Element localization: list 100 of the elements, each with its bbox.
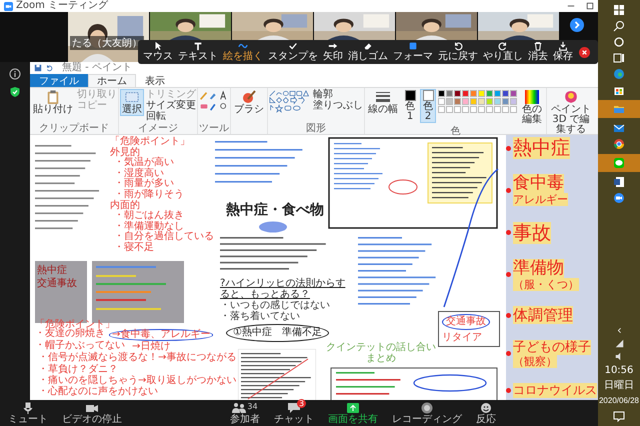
document-icon[interactable]: [613, 176, 625, 188]
brush-button[interactable]: ブラシ: [232, 89, 266, 116]
react-button[interactable]: 反応: [472, 400, 500, 426]
annotation-tool[interactable]: 消しゴム: [346, 40, 390, 64]
annotation-tool[interactable]: フォーマ: [391, 40, 435, 64]
shield-icon[interactable]: [9, 86, 21, 98]
color-swatch[interactable]: [454, 98, 461, 105]
heading-text: 外見的: [110, 148, 140, 158]
color-swatch[interactable]: [502, 90, 509, 97]
rotate-button[interactable]: 回転: [146, 111, 196, 122]
color-swatch[interactable]: [462, 90, 469, 97]
video-button[interactable]: ビデオの停止: [58, 400, 126, 426]
color-swatch[interactable]: [454, 90, 461, 97]
note-text: →食中毒、アレルギー: [109, 329, 214, 341]
tools-drawing[interactable]: [199, 89, 229, 113]
next-page-icon[interactable]: [570, 18, 584, 32]
edit-colors-button[interactable]: 色の編集: [519, 89, 545, 126]
shapes-gallery-drawing[interactable]: [269, 89, 311, 113]
color-swatch[interactable]: [478, 90, 485, 97]
color-swatch[interactable]: [446, 90, 453, 97]
task-view-icon[interactable]: [613, 52, 625, 64]
ribbon-tab[interactable]: 表示: [136, 74, 174, 87]
mic-button[interactable]: ミュート: [4, 400, 52, 426]
window-title: Zoom ミーティング: [16, 0, 108, 12]
browser-icon[interactable]: [613, 68, 625, 80]
list-item-text: ・帽子かぶってない: [35, 340, 125, 352]
annotation-tool[interactable]: 消去: [526, 40, 550, 64]
size-button[interactable]: 線の幅: [366, 89, 400, 116]
annotation-tool[interactable]: 絵を描く: [221, 40, 265, 64]
color-swatch[interactable]: [510, 90, 517, 97]
mail-icon[interactable]: [613, 122, 625, 134]
color-swatch[interactable]: [438, 90, 445, 97]
undo-icon[interactable]: [45, 64, 53, 72]
color-swatch[interactable]: [446, 98, 453, 105]
annotation-tool[interactable]: マウス: [141, 40, 175, 64]
ribbon-tab[interactable]: ホーム: [88, 74, 136, 87]
folder-icon[interactable]: [613, 103, 625, 115]
maximize-icon[interactable]: [586, 2, 594, 10]
participants-button[interactable]: 34 参加者: [226, 400, 264, 426]
annotation-tool[interactable]: テキスト: [176, 40, 220, 64]
heading-text: 内面的: [110, 200, 141, 211]
camera-icon[interactable]: [613, 192, 625, 204]
color-swatch[interactable]: [510, 98, 517, 105]
browser-icon[interactable]: [613, 138, 625, 150]
topic-text: コロナウイルス: [513, 382, 597, 398]
color-swatch[interactable]: [462, 98, 469, 105]
select-button[interactable]: 選択: [120, 89, 144, 116]
color-swatch[interactable]: [470, 98, 477, 105]
topic-text: 食中毒: [513, 174, 564, 194]
note-text: まとめ: [366, 354, 396, 364]
group-label: ツール: [199, 123, 229, 134]
color-swatch[interactable]: [438, 98, 445, 105]
outline-button[interactable]: 輪郭: [313, 89, 363, 100]
close-icon[interactable]: [579, 46, 590, 58]
chat-icon[interactable]: [613, 157, 625, 169]
record-button[interactable]: レコーディング: [388, 400, 466, 426]
list-item-text: ・気温が高い: [113, 158, 175, 168]
annotation-tool[interactable]: 矢印: [321, 40, 345, 64]
topic-text: （服・くつ）: [513, 278, 579, 291]
save-icon[interactable]: [34, 64, 42, 72]
download-icon: [558, 41, 568, 51]
ribbon-tab[interactable]: ファイル: [30, 74, 88, 87]
annotation-tool[interactable]: やり直し: [481, 40, 525, 64]
share-screen-icon: [346, 402, 360, 414]
color-swatch[interactable]: [494, 98, 501, 105]
color-swatch[interactable]: [470, 90, 477, 97]
annotation-tool[interactable]: 保存: [551, 40, 575, 64]
note-text: 交通事故: [37, 278, 78, 289]
list-item-text: ・友達の卵焼き: [35, 329, 105, 340]
clipboard-icon: [46, 90, 60, 104]
paste-button[interactable]: 貼り付け: [31, 89, 75, 116]
note-text: リタイア: [442, 332, 482, 344]
chat-button[interactable]: 3 チャット: [270, 400, 318, 426]
color-swatch[interactable]: [486, 90, 493, 97]
color-swatch[interactable]: [486, 98, 493, 105]
notification-icon[interactable]: [613, 410, 625, 422]
topic-text: 熱中症: [513, 137, 570, 159]
annotation-tool[interactable]: 元に戻す: [436, 40, 480, 64]
search-icon[interactable]: [613, 20, 625, 32]
annotation-tool[interactable]: スタンプを: [266, 40, 320, 64]
clock-date: 2020/06/28: [598, 395, 640, 406]
clock-time[interactable]: 10:56: [604, 365, 634, 376]
start-icon[interactable]: [613, 4, 625, 16]
color-sample: [404, 90, 416, 101]
fill-button[interactable]: 塗りつぶし: [313, 100, 363, 111]
speaker-icon[interactable]: [614, 352, 624, 361]
color-1-button[interactable]: 色 1: [402, 89, 418, 123]
color-swatch[interactable]: [502, 98, 509, 105]
topic-text: （観察）: [513, 354, 557, 368]
note-text: クインテットの話し合い: [326, 343, 436, 354]
network-icon[interactable]: [614, 339, 624, 348]
resize-button[interactable]: サイズ変更: [146, 100, 196, 111]
color-swatch[interactable]: [478, 98, 485, 105]
circle-icon[interactable]: [613, 36, 625, 48]
info-icon[interactable]: [9, 68, 21, 80]
selection-icon: [125, 90, 139, 104]
share-button[interactable]: 画面を共有: [324, 400, 382, 426]
list-item-text: ・雨量が多い: [113, 179, 175, 190]
color-2-button[interactable]: 色 2: [420, 89, 436, 123]
color-swatch[interactable]: [494, 90, 501, 97]
